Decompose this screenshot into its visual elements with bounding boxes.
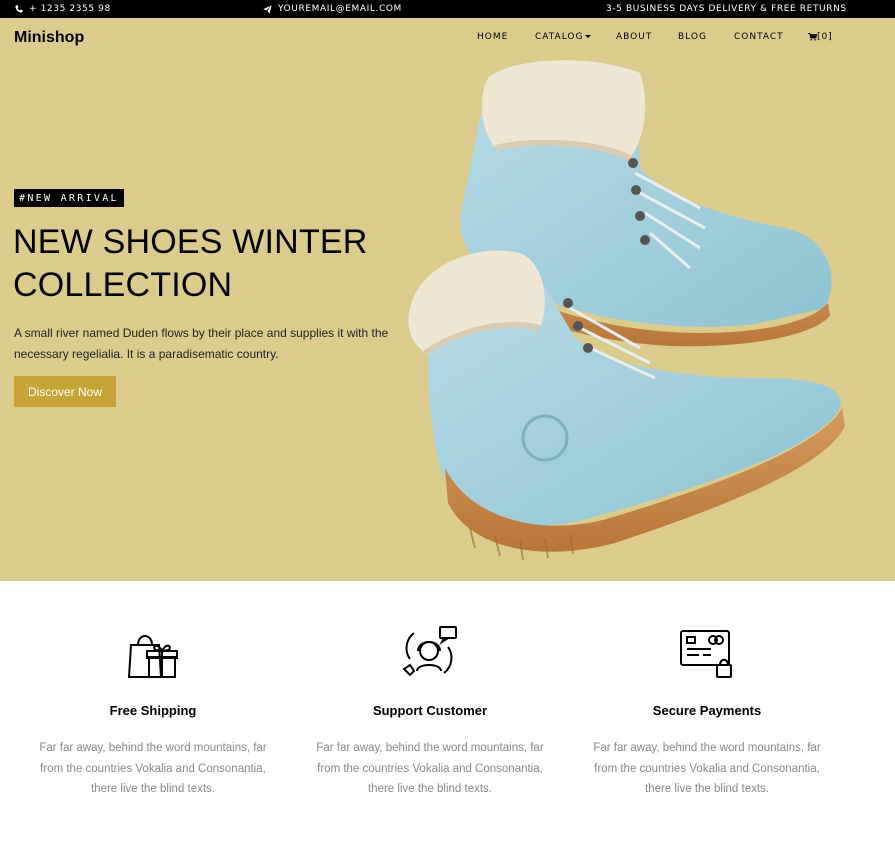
boots-image bbox=[408, 60, 845, 561]
feature-text: Far far away, behind the word mountains,… bbox=[39, 742, 267, 795]
nav-catalog-label: CATALOG bbox=[535, 32, 584, 42]
paper-plane-icon bbox=[263, 4, 272, 14]
main-nav: HOME CATALOG ABOUT BLOG CONTACT [0] bbox=[0, 32, 895, 46]
shopping-bag-gift-icon bbox=[127, 635, 178, 678]
cart-icon bbox=[808, 33, 817, 41]
nav-contact[interactable]: CONTACT bbox=[734, 32, 784, 42]
hero-section: Minishop HOME CATALOG ABOUT BLOG CONTACT… bbox=[0, 18, 895, 581]
hero-title-line1: NEW SHOES WINTER bbox=[13, 223, 368, 261]
hero-title: NEW SHOES WINTER COLLECTION bbox=[13, 221, 393, 307]
email-address: YOUREMAIL@EMAIL.COM bbox=[278, 4, 402, 14]
feature-text: Far far away, behind the word mountains,… bbox=[316, 742, 544, 795]
cart-count: [0] bbox=[817, 32, 833, 42]
feature-text: Far far away, behind the word mountains,… bbox=[593, 742, 821, 795]
nav-home[interactable]: HOME bbox=[477, 32, 508, 42]
hero-description: A small river named Duden flows by their… bbox=[14, 326, 389, 361]
nav-catalog[interactable]: CATALOG bbox=[535, 32, 592, 42]
phone-icon bbox=[15, 5, 23, 13]
discover-now-button[interactable]: Discover Now bbox=[14, 376, 116, 407]
phone-number: + 1235 2355 98 bbox=[29, 4, 111, 14]
feature-title: Free Shipping bbox=[109, 703, 197, 718]
credit-card-lock-icon bbox=[680, 630, 732, 678]
new-arrival-badge: #NEW ARRIVAL bbox=[14, 189, 124, 207]
features-section: Free Shipping Far far away, behind the w… bbox=[0, 581, 895, 846]
delivery-text: 3-5 BUSINESS DAYS DELIVERY & FREE RETURN… bbox=[606, 4, 847, 14]
feature-title: Support Customer bbox=[372, 703, 488, 718]
nav-cart[interactable]: [0] bbox=[808, 32, 833, 42]
delivery-notice: 3-5 BUSINESS DAYS DELIVERY & FREE RETURN… bbox=[606, 0, 847, 18]
feature-title: Secure Payments bbox=[652, 703, 762, 718]
nav-about[interactable]: ABOUT bbox=[616, 32, 652, 42]
top-bar: + 1235 2355 98 YOUREMAIL@EMAIL.COM 3-5 B… bbox=[0, 0, 895, 18]
topbar-phone[interactable]: + 1235 2355 98 bbox=[15, 0, 111, 18]
nav-blog[interactable]: BLOG bbox=[678, 32, 707, 42]
topbar-email[interactable]: YOUREMAIL@EMAIL.COM bbox=[263, 0, 402, 18]
support-agent-icon bbox=[402, 626, 457, 677]
caret-down-icon bbox=[585, 35, 592, 38]
hero-title-line2: COLLECTION bbox=[13, 266, 233, 304]
